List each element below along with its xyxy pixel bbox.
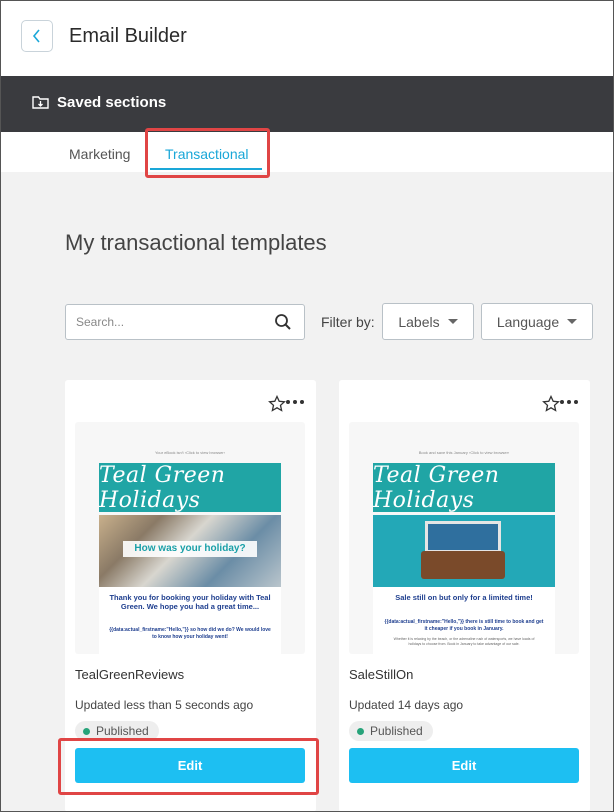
thumb-caption: How was your holiday? [123,541,257,557]
template-card: Book and save this January ‹Click to vie… [339,380,590,812]
thumb-subtext: {{data:actual_firstname:"Hello,"}} so ho… [109,627,271,640]
labels-dropdown-label: Labels [398,313,440,330]
status-dot-icon [357,727,364,735]
thumb-brand: Teal Green Holidays [99,462,226,513]
status-dot-icon [83,727,90,735]
template-thumbnail[interactable]: Your eBook isn't ‹Click to view browser›… [75,422,305,654]
thumb-brand-banner: Teal Green Holidays [373,462,555,513]
thumb-body: Whether it is relaxing by the beach, or … [393,637,535,646]
annotation-highlight-edit [58,738,319,795]
language-dropdown-label: Language [496,313,560,330]
caret-down-icon [567,319,578,324]
thumb-headline: Sale still on but only for a limited tim… [395,593,533,602]
thumb-preheader: Book and save this January ‹Click to vie… [418,450,510,455]
app-title: Email Builder [69,25,187,47]
template-name: TealGreenReviews [75,667,185,682]
search-placeholder: Search... [76,315,125,329]
app-header: Email Builder [0,0,614,76]
template-updated: Updated less than 5 seconds ago [75,698,254,712]
more-options-icon[interactable] [560,400,578,404]
tab-marketing[interactable]: Marketing [69,146,130,162]
caret-down-icon [447,319,458,324]
thumb-subtext: {{data:actual_firstname:"Hello,"}} there… [384,619,544,632]
saved-sections-label: Saved sections [57,94,167,111]
chevron-left-icon [32,29,40,43]
thumb-brand-banner: Teal Green Holidays [99,462,281,513]
edit-button[interactable]: Edit [349,748,579,783]
template-name: SaleStillOn [349,667,414,682]
language-dropdown[interactable]: Language [481,303,593,340]
template-thumbnail[interactable]: Book and save this January ‹Click to vie… [349,422,579,654]
labels-dropdown[interactable]: Labels [382,303,474,340]
thumb-brand: Teal Green Holidays [373,462,500,513]
thumb-preheader: Your eBook isn't ‹Click to view browser› [155,450,225,455]
thumb-content: Thank you for booking your holiday with … [99,587,281,654]
folder-download-icon [32,96,49,109]
thumb-headline: Thank you for booking your holiday with … [109,593,271,611]
back-button[interactable] [21,20,53,52]
annotation-highlight-tab [145,128,270,178]
thumb-hero-image [373,515,555,587]
page-title: My transactional templates [65,230,327,255]
star-icon[interactable] [542,395,560,413]
suitcase-image [421,551,505,579]
status-badge: Published [349,721,433,741]
status-label: Published [370,724,423,738]
more-options-icon[interactable] [286,400,304,404]
search-icon[interactable] [274,313,292,331]
status-label: Published [96,724,149,738]
star-icon[interactable] [268,395,286,413]
filter-label: Filter by: [321,314,375,330]
template-updated: Updated 14 days ago [349,698,464,712]
thumb-hero-image: How was your holiday? [99,515,281,587]
search-input[interactable]: Search... [65,304,305,340]
thumb-content: Sale still on but only for a limited tim… [373,587,555,654]
laptop-image [425,521,501,553]
